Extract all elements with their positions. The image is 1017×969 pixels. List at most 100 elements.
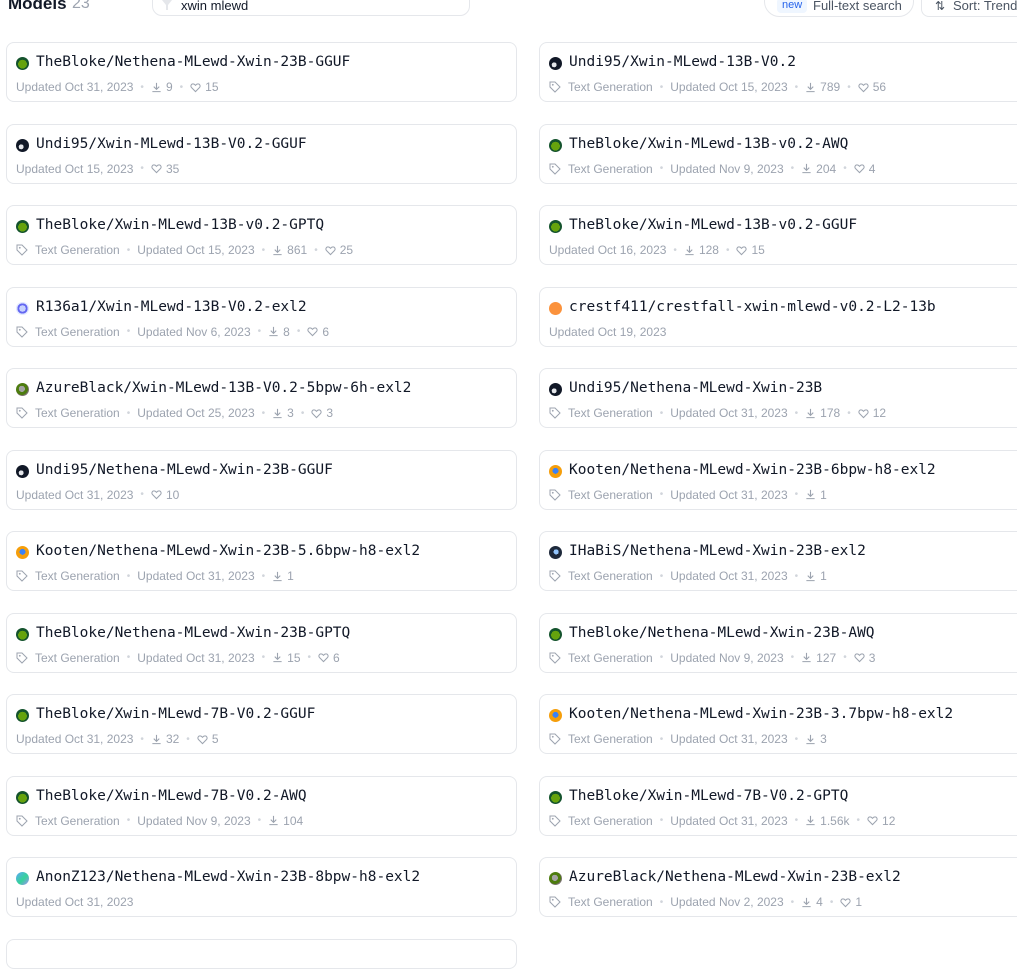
model-name-link[interactable]: Undi95/Xwin-MLewd-13B-V0.2 [569, 54, 796, 70]
model-name-link[interactable]: TheBloke/Xwin-MLewd-7B-V0.2-GGUF [36, 706, 315, 722]
model-name-link[interactable]: Kooten/Nethena-MLewd-Xwin-23B-6bpw-h8-ex… [569, 462, 936, 478]
updated-date: Updated Nov 9, 2023 [137, 813, 251, 828]
sort-dropdown[interactable]: ⇅ Sort: Trending [921, 0, 1017, 17]
model-card[interactable]: R136a1/Xwin-MLewd-13B-V0.2-exl2 Text Gene… [6, 286, 517, 347]
likes-value: 6 [322, 324, 330, 339]
download-icon [269, 326, 278, 337]
likes-count: 3 [311, 406, 333, 420]
task-tag-icon [16, 652, 28, 664]
model-card[interactable]: Kooten/Nethena-MLewd-Xwin-23B-5.6bpw-h8-… [6, 531, 517, 591]
meta-separator: • [126, 815, 131, 826]
model-name-link[interactable]: Kooten/Nethena-MLewd-Xwin-23B-5.6bpw-h8-… [36, 543, 420, 559]
heart-icon [854, 653, 865, 663]
downloads-value: 3 [820, 732, 827, 746]
task-tag: Text Generation [16, 406, 120, 420]
updated-date: Updated Oct 31, 2023 [670, 813, 788, 828]
model-card[interactable]: TheBloke/Xwin-MLewd-13B-v0.2-GGUF Updated… [539, 205, 1017, 265]
model-name-link[interactable]: IHaBiS/Nethena-MLewd-Xwin-23B-exl2 [569, 543, 866, 559]
downloads-count: 32 [151, 732, 179, 746]
model-name-link[interactable]: TheBloke/Nethena-MLewd-Xwin-23B-GGUF [36, 54, 350, 70]
meta-separator: • [140, 163, 144, 174]
author-avatar [16, 872, 29, 885]
model-card[interactable] [539, 938, 1017, 969]
downloads-value: 8 [283, 324, 290, 339]
task-label: Text Generation [568, 161, 653, 176]
likes-count: 15 [190, 80, 219, 94]
model-card[interactable] [6, 938, 517, 969]
full-text-search-button[interactable]: new Full-text search [764, 0, 914, 17]
download-icon [273, 245, 282, 255]
model-name-link[interactable]: TheBloke/Nethena-MLewd-Xwin-23B-AWQ [569, 625, 875, 641]
model-name-link[interactable]: Undi95/Nethena-MLewd-Xwin-23B [569, 380, 822, 396]
meta-separator: • [794, 815, 799, 826]
model-card[interactable]: TheBloke/Nethena-MLewd-Xwin-23B-GGUF Upda… [6, 42, 517, 102]
model-card[interactable]: TheBloke/Xwin-MLewd-7B-V0.2-GPTQ Text Gen… [539, 775, 1017, 836]
model-card[interactable]: Undi95/Xwin-MLewd-13B-V0.2 Text Generatio… [539, 42, 1017, 102]
task-label: Text Generation [568, 406, 653, 420]
downloads-count: 178 [805, 406, 840, 420]
task-tag-icon [549, 896, 561, 908]
likes-count: 4 [854, 162, 875, 176]
download-icon [806, 571, 815, 581]
download-icon [152, 82, 161, 92]
model-card[interactable]: Undi95/Nethena-MLewd-Xwin-23B-GGUF Update… [6, 449, 517, 510]
model-card[interactable]: TheBloke/Nethena-MLewd-Xwin-23B-AWQ Text … [539, 612, 1017, 673]
model-card[interactable]: AzureBlack/Nethena-MLewd-Xwin-23B-exl2 Te… [539, 857, 1017, 917]
model-name-link[interactable]: Undi95/Xwin-MLewd-13B-V0.2-GGUF [36, 136, 307, 152]
model-name-link[interactable]: Undi95/Nethena-MLewd-Xwin-23B-GGUF [36, 462, 333, 478]
model-card[interactable]: AnonZ123/Nethena-MLewd-Xwin-23B-8bpw-h8-… [6, 857, 517, 917]
model-card[interactable]: TheBloke/Xwin-MLewd-13B-v0.2-GPTQ Text Ge… [6, 205, 517, 265]
model-card[interactable]: crestf411/crestfall-xwin-mlewd-v0.2-L2-1… [539, 286, 1017, 347]
task-label: Text Generation [568, 732, 653, 746]
task-tag: Text Generation [16, 814, 120, 828]
likes-value: 6 [333, 650, 340, 665]
model-name-link[interactable]: AnonZ123/Nethena-MLewd-Xwin-23B-8bpw-h8-… [36, 869, 420, 885]
model-name-link[interactable]: AzureBlack/Nethena-MLewd-Xwin-23B-exl2 [569, 869, 901, 885]
model-name-link[interactable]: TheBloke/Xwin-MLewd-7B-V0.2-AWQ [36, 788, 307, 804]
author-avatar [16, 464, 29, 478]
sort-label: Sort: Trending [953, 0, 1017, 13]
model-name-link[interactable]: TheBloke/Xwin-MLewd-13B-v0.2-GGUF [569, 217, 857, 233]
model-name-link[interactable]: R136a1/Xwin-MLewd-13B-V0.2-exl2 [36, 299, 307, 315]
author-avatar [16, 383, 29, 396]
model-card[interactable]: AzureBlack/Xwin-MLewd-13B-V0.2-5bpw-6h-e… [6, 368, 517, 428]
model-meta: Text Generation • Updated Nov 9, 2023 • 204 •… [549, 161, 875, 177]
model-meta: Text Generation • Updated Oct 31, 2023 • 3 [549, 731, 827, 747]
downloads-count: 9 [151, 80, 173, 94]
filter-icon [162, 0, 172, 10]
model-search-input[interactable]: xwin mlewd [152, 0, 470, 16]
meta-separator: • [673, 244, 677, 256]
model-name-link[interactable]: Kooten/Nethena-MLewd-Xwin-23B-3.7bpw-h8-… [569, 706, 953, 722]
model-card[interactable]: Undi95/Xwin-MLewd-13B-V0.2-GGUF Updated O… [6, 123, 517, 184]
likes-value: 3 [868, 650, 876, 665]
download-icon [273, 408, 282, 418]
meta-separator: • [725, 244, 730, 256]
likes-value: 5 [211, 732, 219, 746]
model-meta: Text Generation • Updated Nov 2, 2023 • 4 • 1 [549, 894, 862, 910]
likes-count: 6 [318, 651, 340, 665]
heart-icon [190, 82, 201, 92]
model-card[interactable]: Kooten/Nethena-MLewd-Xwin-23B-3.7bpw-h8-… [539, 694, 1017, 754]
downloads-value: 3 [287, 406, 294, 420]
model-card[interactable]: TheBloke/Nethena-MLewd-Xwin-23B-GPTQ Text… [6, 612, 517, 673]
models-title: Models [8, 0, 67, 13]
updated-date: Updated Oct 16, 2023 [549, 243, 667, 257]
model-name-link[interactable]: TheBloke/Nethena-MLewd-Xwin-23B-GPTQ [36, 625, 350, 641]
model-name-link[interactable]: crestf411/crestfall-xwin-mlewd-v0.2-L2-1… [569, 299, 936, 315]
download-icon [806, 408, 815, 418]
model-card[interactable]: Kooten/Nethena-MLewd-Xwin-23B-6bpw-h8-ex… [539, 449, 1017, 510]
model-card[interactable]: TheBloke/Xwin-MLewd-13B-v0.2-AWQ Text Gen… [539, 123, 1017, 184]
meta-separator: • [659, 652, 664, 663]
meta-separator: • [126, 326, 131, 337]
model-name-link[interactable]: AzureBlack/Xwin-MLewd-13B-V0.2-5bpw-6h-e… [36, 380, 411, 396]
model-card[interactable]: TheBloke/Xwin-MLewd-7B-V0.2-GGUF Updated … [6, 694, 517, 754]
model-card[interactable]: TheBloke/Xwin-MLewd-7B-V0.2-AWQ Text Gene… [6, 775, 517, 836]
model-card[interactable]: IHaBiS/Nethena-MLewd-Xwin-23B-exl2 Text G… [539, 531, 1017, 591]
model-card[interactable]: Undi95/Nethena-MLewd-Xwin-23B Text Genera… [539, 368, 1017, 428]
model-name-link[interactable]: TheBloke/Xwin-MLewd-13B-v0.2-AWQ [569, 136, 848, 152]
download-icon [152, 734, 161, 744]
meta-separator: • [843, 163, 847, 174]
model-name-link[interactable]: TheBloke/Xwin-MLewd-13B-v0.2-GPTQ [36, 217, 324, 233]
model-name-link[interactable]: TheBloke/Xwin-MLewd-7B-V0.2-GPTQ [569, 788, 848, 804]
downloads-count: 789 [805, 80, 840, 94]
